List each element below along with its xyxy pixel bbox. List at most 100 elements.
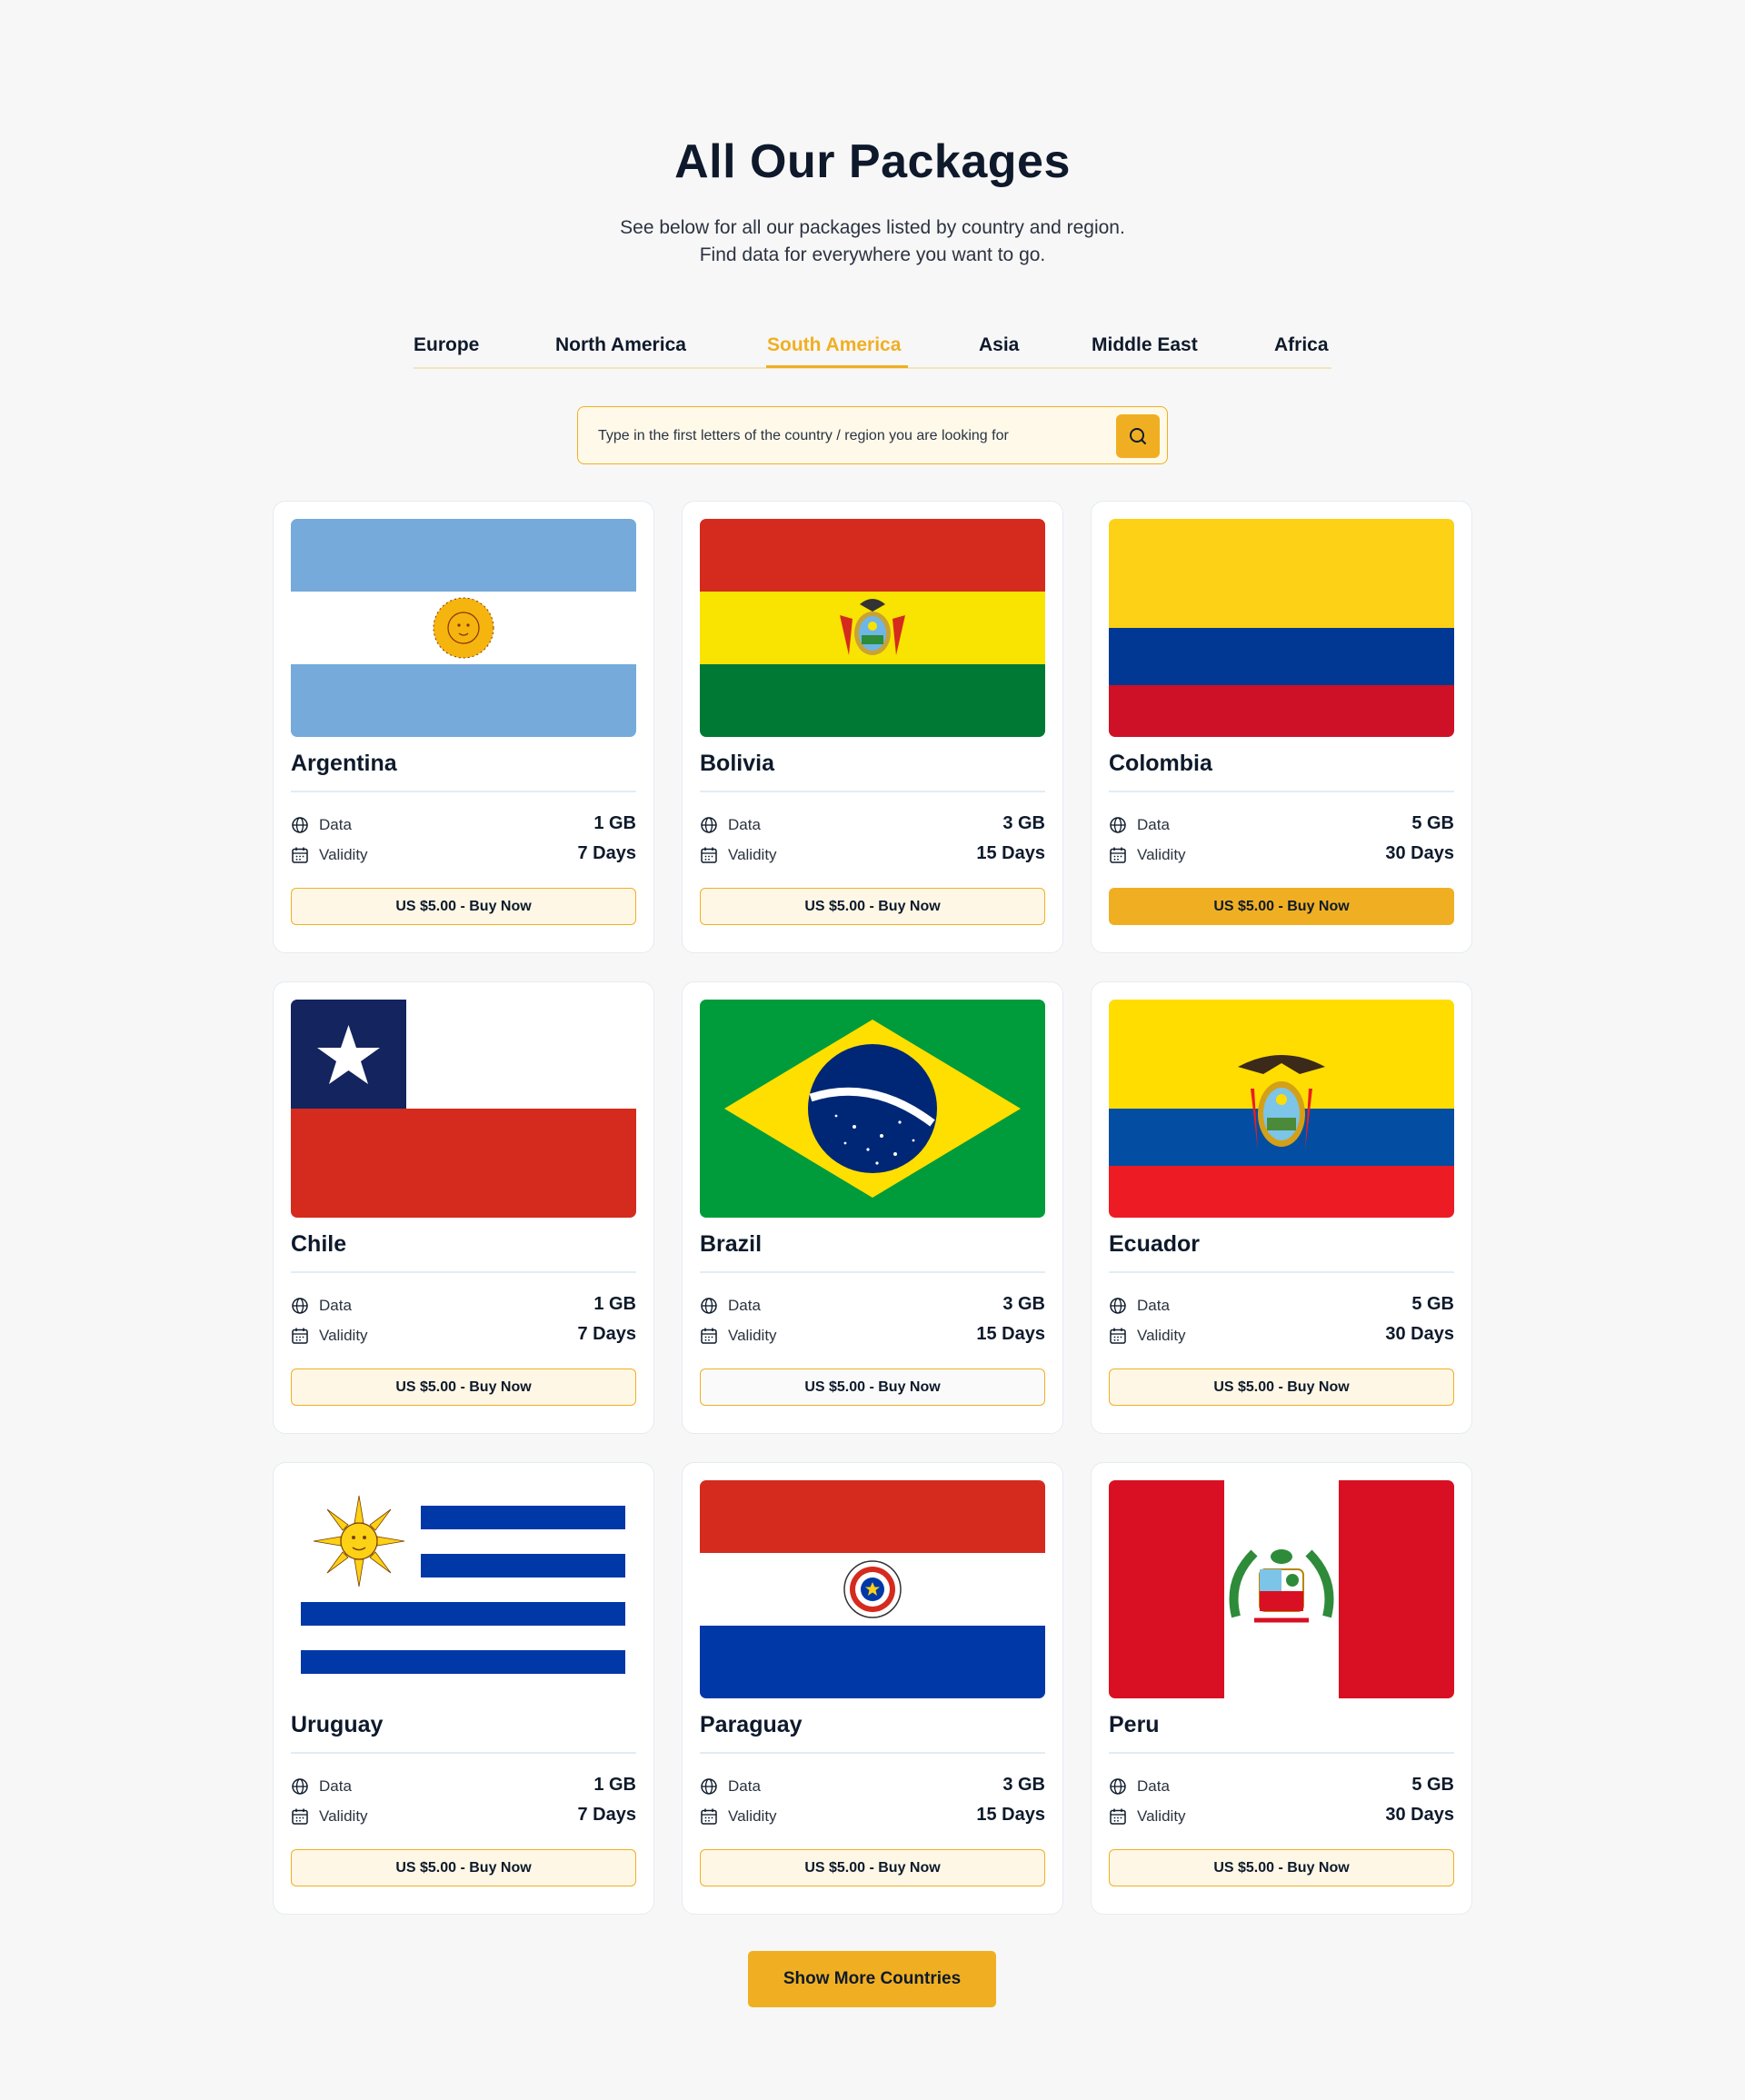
brazil-flag [700,1000,1045,1218]
data-value: 3 GB [1002,813,1045,833]
tab-south-america[interactable]: South America [767,334,901,356]
search-bar [577,406,1168,464]
validity-value: 30 Days [1385,1324,1454,1344]
validity-label: Validity [728,1807,777,1825]
search-input[interactable] [598,423,1089,449]
package-card-brazil: Brazil Data 3 GB Validity 15 Days US $5.… [682,981,1063,1434]
divider [700,1752,1045,1754]
divider [1109,1271,1454,1273]
page-subtitle: See below for all our packages listed by… [0,214,1745,269]
colombia-flag [1109,519,1454,737]
data-label: Data [319,1777,352,1795]
uruguay-flag [291,1480,636,1698]
validity-value: 7 Days [577,1324,637,1344]
buy-now-button[interactable]: US $5.00 - Buy Now [700,888,1045,925]
bolivia-flag [700,519,1045,737]
data-row: Data 3 GB [700,1775,1045,1798]
show-more-countries-button[interactable]: Show More Countries [748,1951,996,2007]
globe-icon [1110,817,1126,833]
data-value: 1 GB [593,1775,636,1795]
page-title: All Our Packages [674,135,1071,188]
country-name: Brazil [700,1231,763,1257]
data-label: Data [319,1297,352,1314]
country-name: Bolivia [700,751,774,776]
globe-icon [292,1778,308,1795]
tab-asia[interactable]: Asia [979,334,1019,356]
data-label: Data [1137,816,1170,833]
data-row: Data 1 GB [291,1294,636,1318]
validity-row: Validity 30 Days [1109,1324,1454,1348]
package-card-bolivia: Bolivia Data 3 GB Validity 15 Days US $5… [682,501,1063,953]
subtitle-line-1: See below for all our packages listed by… [620,217,1125,238]
validity-row: Validity 7 Days [291,1805,636,1828]
divider [700,1271,1045,1273]
package-card-argentina: Argentina Data 1 GB Validity 7 Days US $… [273,501,654,953]
data-row: Data 5 GB [1109,1775,1454,1798]
globe-icon [292,1298,308,1314]
data-value: 5 GB [1411,813,1454,833]
validity-value: 30 Days [1385,843,1454,863]
validity-row: Validity 15 Days [700,843,1045,867]
data-value: 5 GB [1411,1294,1454,1314]
peru-flag [1109,1480,1454,1698]
buy-now-button[interactable]: US $5.00 - Buy Now [700,1849,1045,1886]
buy-now-button[interactable]: US $5.00 - Buy Now [291,888,636,925]
validity-label: Validity [728,846,777,863]
globe-icon [701,1298,717,1314]
data-value: 3 GB [1002,1294,1045,1314]
tab-north-america[interactable]: North America [555,334,686,356]
validity-label: Validity [1137,1807,1186,1825]
buy-now-button[interactable]: US $5.00 - Buy Now [700,1368,1045,1406]
validity-value: 7 Days [577,1805,637,1825]
calendar-icon [292,847,308,863]
validity-label: Validity [319,1327,368,1344]
buy-now-button[interactable]: US $5.00 - Buy Now [1109,1368,1454,1406]
chile-flag [291,1000,636,1218]
divider [700,791,1045,792]
tab-africa[interactable]: Africa [1274,334,1329,356]
globe-icon [292,817,308,833]
calendar-icon [701,1328,717,1344]
validity-row: Validity 7 Days [291,1324,636,1348]
calendar-icon [292,1328,308,1344]
country-name: Ecuador [1109,1231,1201,1257]
search-button[interactable] [1116,414,1160,458]
validity-row: Validity 30 Days [1109,843,1454,867]
ecuador-flag [1109,1000,1454,1218]
tab-europe[interactable]: Europe [414,334,479,356]
data-row: Data 1 GB [291,813,636,837]
buy-now-button[interactable]: US $5.00 - Buy Now [291,1849,636,1886]
country-name: Colombia [1109,751,1212,776]
validity-label: Validity [1137,1327,1186,1344]
data-label: Data [728,1777,761,1795]
data-value: 5 GB [1411,1775,1454,1795]
validity-label: Validity [1137,846,1186,863]
data-label: Data [728,816,761,833]
package-card-uruguay: Uruguay Data 1 GB Validity 7 Days US $5.… [273,1462,654,1915]
validity-row: Validity 15 Days [700,1324,1045,1348]
data-label: Data [1137,1297,1170,1314]
country-name: Paraguay [700,1712,803,1737]
package-card-chile: Chile Data 1 GB Validity 7 Days US $5.00… [273,981,654,1434]
divider [291,791,636,792]
data-value: 3 GB [1002,1775,1045,1795]
subtitle-line-2: Find data for everywhere you want to go. [699,244,1046,265]
validity-value: 30 Days [1385,1805,1454,1825]
calendar-icon [701,847,717,863]
buy-now-button[interactable]: US $5.00 - Buy Now [291,1368,636,1406]
region-tabs: Europe North America South America Asia … [414,331,1331,369]
calendar-icon [1110,1808,1126,1825]
data-label: Data [728,1297,761,1314]
calendar-icon [292,1808,308,1825]
validity-row: Validity 30 Days [1109,1805,1454,1828]
country-name: Uruguay [291,1712,384,1737]
divider [291,1752,636,1754]
buy-now-button[interactable]: US $5.00 - Buy Now [1109,888,1454,925]
divider [1109,1752,1454,1754]
package-card-ecuador: Ecuador Data 5 GB Validity 30 Days US $5… [1091,981,1472,1434]
validity-label: Validity [728,1327,777,1344]
buy-now-button[interactable]: US $5.00 - Buy Now [1109,1849,1454,1886]
package-card-colombia: Colombia Data 5 GB Validity 30 Days US $… [1091,501,1472,953]
validity-value: 15 Days [976,1324,1045,1344]
tab-middle-east[interactable]: Middle East [1092,334,1198,356]
